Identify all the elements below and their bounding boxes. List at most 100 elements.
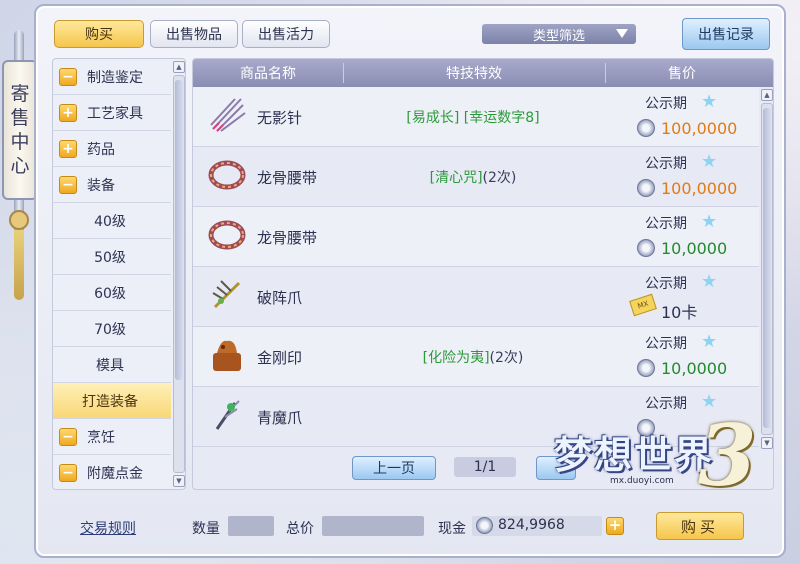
total-price-label: 总价	[286, 521, 314, 537]
cash-display: 824,9968	[472, 516, 602, 536]
column-header-name: 商品名称	[240, 66, 296, 82]
category-item-cooking[interactable]: − 烹饪	[53, 419, 171, 455]
category-item-mold[interactable]: 模具	[53, 347, 171, 383]
collapse-icon[interactable]: −	[59, 463, 77, 482]
total-price-field	[322, 516, 424, 536]
next-page-button[interactable]	[536, 456, 576, 480]
category-item-level-40[interactable]: 40级	[53, 203, 171, 239]
side-char: 心	[10, 155, 30, 177]
table-row[interactable]: 青魔爪 公示期 ★	[193, 387, 759, 447]
collapse-icon[interactable]: −	[59, 175, 77, 194]
silver-coin-icon	[637, 119, 655, 137]
category-item-medicine[interactable]: + 药品	[53, 131, 171, 167]
category-label: 附魔点金	[87, 465, 143, 482]
mx-card-icon: MX	[629, 293, 657, 317]
star-icon[interactable]: ★	[701, 273, 719, 291]
item-effect: [清心咒](2次)	[429, 170, 517, 186]
buy-button[interactable]: 购买	[656, 512, 744, 540]
table-row[interactable]: 破阵爪 公示期 ★ MX 10卡	[193, 267, 759, 327]
expand-icon[interactable]: +	[59, 139, 77, 158]
sell-record-button[interactable]: 出售记录	[682, 18, 770, 50]
star-icon[interactable]: ★	[701, 213, 719, 231]
category-item-level-60[interactable]: 60级	[53, 275, 171, 311]
tab-sell-items[interactable]: 出售物品	[150, 20, 238, 48]
prev-page-button[interactable]: 上一页	[352, 456, 436, 480]
item-price: 10卡	[661, 303, 698, 322]
item-price: 10,0000	[661, 359, 728, 378]
item-price: 10,0000	[661, 239, 728, 258]
tab-sell-vitality[interactable]: 出售活力	[242, 20, 330, 48]
status-label: 公示期	[645, 396, 687, 412]
category-label: 药品	[87, 141, 115, 158]
quantity-field[interactable]	[228, 516, 274, 536]
item-price: 100,0000	[661, 119, 738, 138]
category-item-level-70[interactable]: 70级	[53, 311, 171, 347]
category-list: − 制造鉴定 + 工艺家具 + 药品 − 装备 40级 50级 60级 70级 模具 打…	[52, 58, 186, 490]
category-label: 工艺家具	[87, 105, 143, 122]
silver-coin-icon	[637, 179, 655, 197]
category-item-enchant[interactable]: − 附魔点金	[53, 455, 171, 489]
item-price: 100,0000	[661, 179, 738, 198]
column-header-effect: 特技特效	[446, 66, 502, 82]
chevron-down-icon	[616, 29, 628, 38]
type-filter-dropdown[interactable]: 类型筛选	[482, 24, 636, 44]
silver-coin-icon	[637, 239, 655, 257]
table-row[interactable]: 龙骨腰带 [清心咒](2次) 公示期 ★ 100,0000	[193, 147, 759, 207]
silver-coin-icon	[637, 359, 655, 377]
silver-coin-icon	[476, 517, 493, 534]
scroll-down-button[interactable]: ▼	[761, 437, 773, 449]
status-label: 公示期	[645, 156, 687, 172]
status-label: 公示期	[645, 216, 687, 232]
cash-value: 824,9968	[498, 517, 565, 533]
scrollbar-thumb[interactable]	[175, 80, 183, 380]
star-icon[interactable]: ★	[701, 153, 719, 171]
tab-buy[interactable]: 购买	[54, 20, 144, 48]
item-effect: [化险为夷](2次)	[422, 350, 524, 366]
dragon-belt-icon	[208, 220, 246, 250]
category-label: 制造鉴定	[87, 69, 143, 86]
scrollbar-thumb[interactable]	[763, 108, 771, 428]
side-char: 寄	[10, 83, 30, 105]
tassel-ornament	[14, 230, 24, 300]
table-row[interactable]: 龙骨腰带 公示期 ★ 10,0000	[193, 207, 759, 267]
scroll-up-button[interactable]: ▲	[761, 89, 773, 101]
table-row[interactable]: 金刚印 [化险为夷](2次) 公示期 ★ 10,0000	[193, 327, 759, 387]
item-name: 金刚印	[257, 349, 303, 367]
side-char: 售	[10, 107, 30, 129]
category-item-forged-equipment[interactable]: 打造装备	[53, 383, 171, 419]
category-item-level-50[interactable]: 50级	[53, 239, 171, 275]
claw-weapon-icon	[212, 280, 241, 309]
cash-label: 现金	[438, 521, 466, 537]
consignment-center-label: 寄 售 中 心	[2, 60, 38, 200]
demon-claw-icon	[215, 400, 240, 430]
table-row[interactable]: 无影针 [易成长] [幸运数字8] 公示期 ★ 100,0000	[193, 87, 759, 147]
scroll-up-button[interactable]: ▲	[173, 61, 185, 73]
item-name: 龙骨腰带	[257, 229, 318, 247]
side-char: 中	[10, 131, 30, 153]
category-item-equipment[interactable]: − 装备	[53, 167, 171, 203]
status-label: 公示期	[645, 336, 687, 352]
item-effect: [易成长] [幸运数字8]	[406, 110, 540, 126]
trade-rules-link[interactable]: 交易规则	[80, 518, 136, 538]
add-cash-button[interactable]: +	[606, 517, 624, 535]
scroll-down-button[interactable]: ▼	[173, 475, 185, 487]
item-name: 破阵爪	[257, 289, 303, 307]
star-icon[interactable]: ★	[701, 333, 719, 351]
expand-icon[interactable]: +	[59, 103, 77, 122]
table-scrollbar[interactable]	[761, 103, 773, 435]
needle-weapon-icon	[210, 98, 246, 132]
star-icon[interactable]: ★	[701, 393, 719, 411]
star-icon[interactable]: ★	[701, 93, 719, 111]
table-header: 商品名称 特技特效 售价	[193, 59, 773, 87]
collapse-icon[interactable]: −	[59, 67, 77, 86]
page-indicator: 1/1	[454, 457, 516, 477]
category-label: 烹饪	[87, 429, 115, 446]
market-panel: 购买 出售物品 出售活力 类型筛选 出售记录 − 制造鉴定 + 工艺家具 + 药品 −…	[34, 4, 786, 558]
category-item-furniture[interactable]: + 工艺家具	[53, 95, 171, 131]
item-table: 商品名称 特技特效 售价 无影针 [易成长] [幸运数字8] 公示期 ★ 100…	[192, 58, 774, 490]
category-item-crafting[interactable]: − 制造鉴定	[53, 59, 171, 95]
status-label: 公示期	[645, 96, 687, 112]
category-label: 装备	[87, 177, 115, 194]
category-scrollbar[interactable]	[173, 75, 185, 473]
collapse-icon[interactable]: −	[59, 427, 77, 446]
